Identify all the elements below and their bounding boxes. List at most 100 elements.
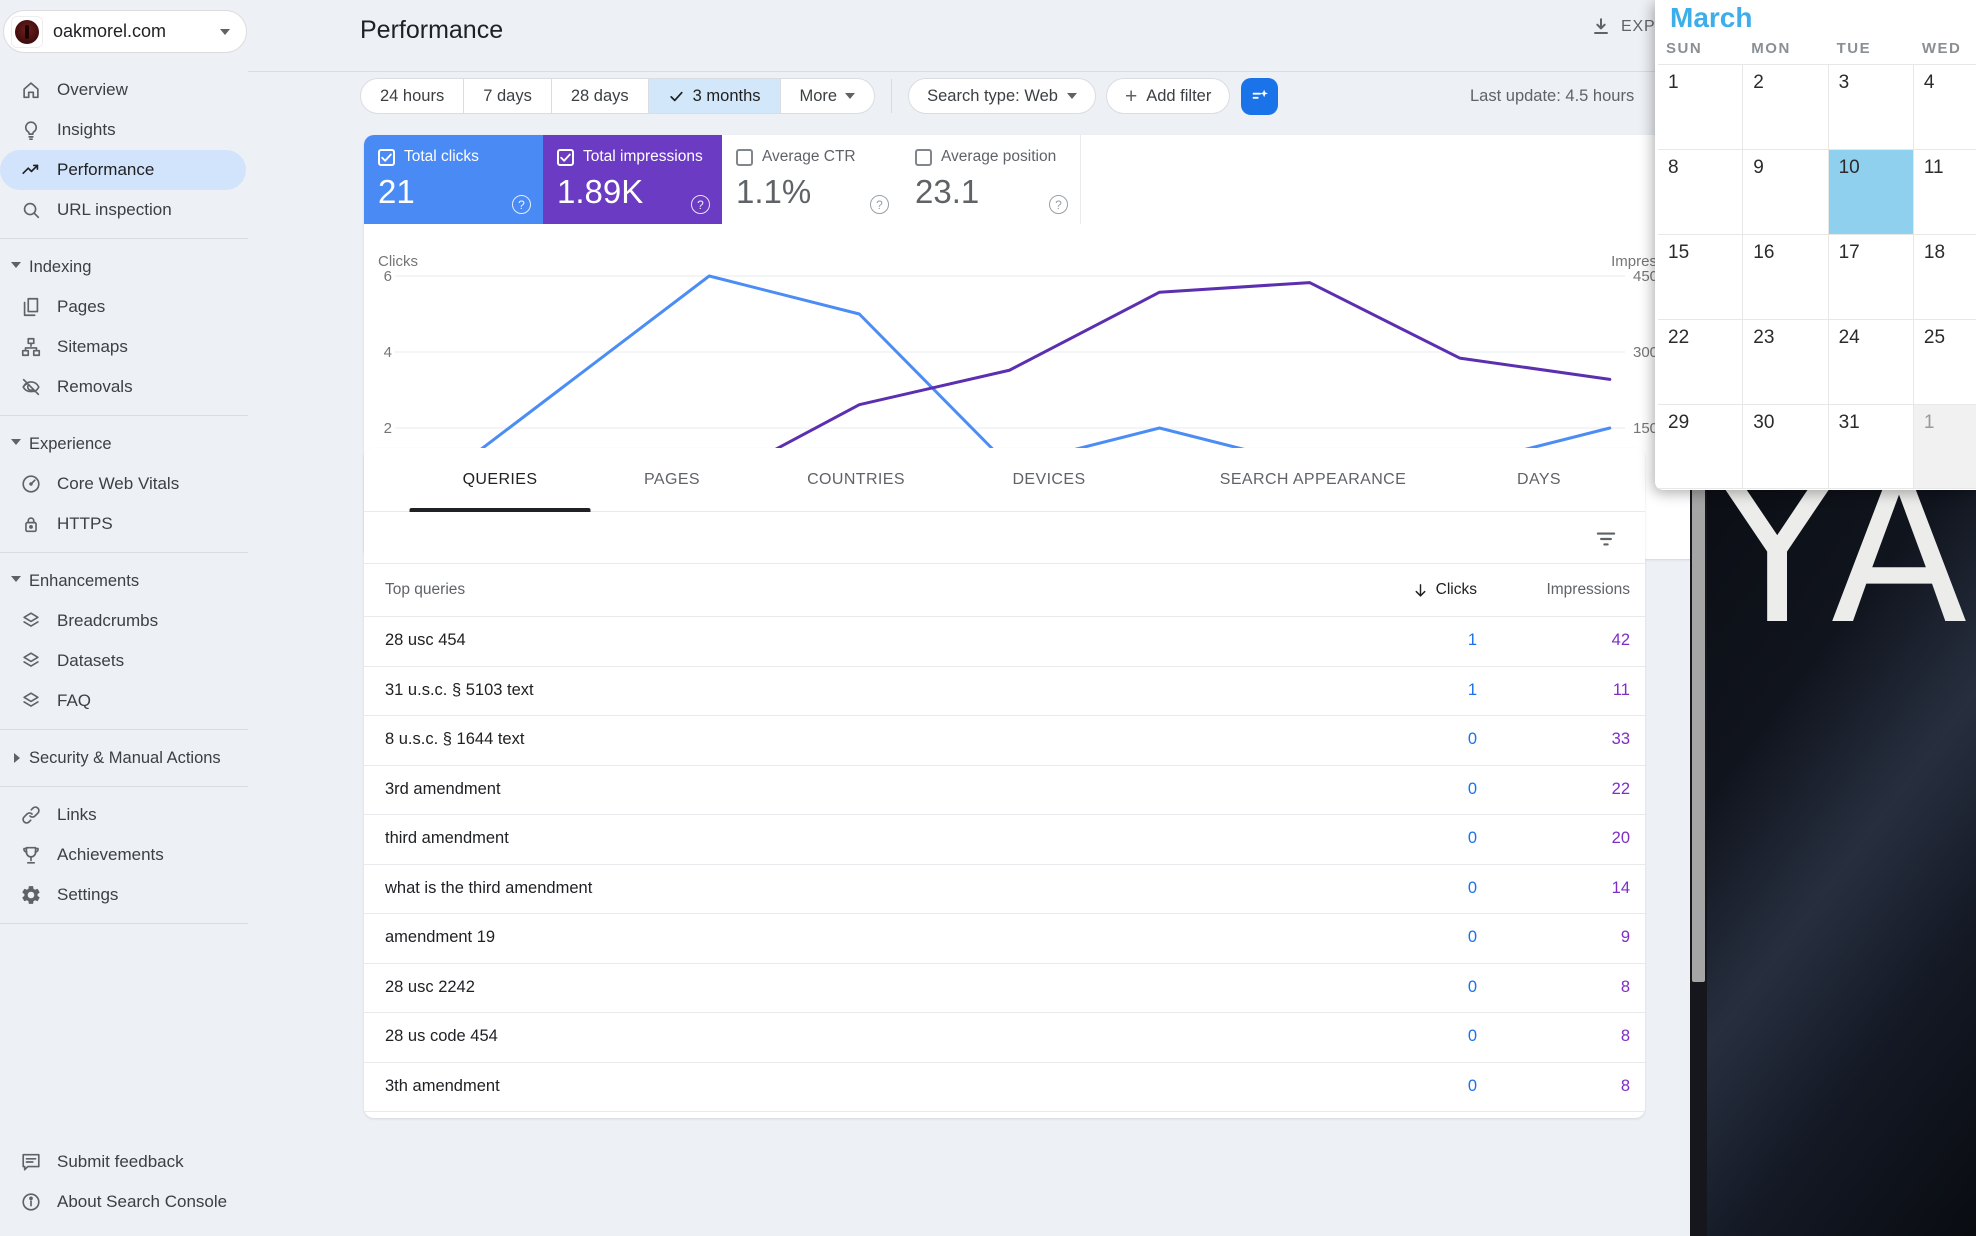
calendar-day-cell[interactable]: 1 <box>1914 404 1976 489</box>
checked-checkbox-icon[interactable] <box>378 149 395 166</box>
scrollbar[interactable] <box>1690 482 1707 1236</box>
sidebar-item-core-web-vitals[interactable]: Core Web Vitals <box>0 464 248 504</box>
sidebar-section-label: Enhancements <box>29 572 139 591</box>
tab-countries[interactable]: COUNTRIES <box>807 448 905 512</box>
more-button[interactable]: More <box>781 79 875 113</box>
sidebar-item-removals[interactable]: Removals <box>0 367 248 407</box>
metric-tile-average-ctr[interactable]: Average CTR1.1%? <box>722 135 901 224</box>
range-button-3-months[interactable]: 3 months <box>649 79 781 113</box>
calendar-day-cell[interactable]: 11 <box>1914 149 1976 234</box>
table-row[interactable]: 3th amendment08 <box>364 1063 1645 1113</box>
tab-pages[interactable]: PAGES <box>644 448 700 512</box>
range-button-28-days[interactable]: 28 days <box>552 79 649 113</box>
table-row[interactable]: 3rd amendment022 <box>364 766 1645 816</box>
unchecked-checkbox-icon[interactable] <box>736 149 753 166</box>
table-row[interactable]: 28 us code 45408 <box>364 1013 1645 1063</box>
sidebar-section-label: Indexing <box>29 258 91 277</box>
table-row[interactable]: amendment 1909 <box>364 914 1645 964</box>
help-icon[interactable]: ? <box>512 195 531 214</box>
calendar-day-cell[interactable]: 16 <box>1743 234 1828 319</box>
check-icon <box>668 88 685 105</box>
column-header-impressions[interactable]: Impressions <box>1546 581 1630 599</box>
unchecked-checkbox-icon[interactable] <box>915 149 932 166</box>
sidebar-item-overview[interactable]: Overview <box>0 70 248 110</box>
sidebar-item-breadcrumbs[interactable]: Breadcrumbs <box>0 601 248 641</box>
calendar-day-cell[interactable]: 8 <box>1658 149 1743 234</box>
add-filter-label: Add filter <box>1146 87 1211 106</box>
table-row[interactable]: 28 usc 224208 <box>364 964 1645 1014</box>
sidebar-item-pages[interactable]: Pages <box>0 287 248 327</box>
calendar-day-cell[interactable]: 15 <box>1658 234 1743 319</box>
calendar-day-cell[interactable]: 17 <box>1829 234 1914 319</box>
sidebar-divider <box>0 552 248 553</box>
impressions-cell: 33 <box>1612 730 1630 749</box>
ai-filter-button[interactable] <box>1241 78 1278 115</box>
chevron-down-icon <box>845 93 855 104</box>
sidebar-item-performance[interactable]: Performance <box>0 150 246 190</box>
tab-queries[interactable]: QUERIES <box>463 448 538 512</box>
column-header-clicks[interactable]: Clicks <box>1412 581 1477 599</box>
calendar-day-cell[interactable]: 9 <box>1743 149 1828 234</box>
sidebar-item-submit-feedback[interactable]: Submit feedback <box>0 1142 248 1182</box>
query-cell: third amendment <box>385 829 509 848</box>
sidebar-section-indexing[interactable]: Indexing <box>0 247 248 287</box>
tab-devices[interactable]: DEVICES <box>1012 448 1085 512</box>
sidebar-item-insights[interactable]: Insights <box>0 110 248 150</box>
calendar-day-cell[interactable]: 30 <box>1743 404 1828 489</box>
search-type-button[interactable]: Search type: Web <box>908 78 1096 114</box>
property-selector[interactable]: oakmorel.com <box>3 10 247 53</box>
metric-tile-total-clicks[interactable]: Total clicks21? <box>364 135 543 224</box>
checked-checkbox-icon[interactable] <box>557 149 574 166</box>
range-label: 7 days <box>483 87 532 106</box>
sidebar-item-about-search-console[interactable]: About Search Console <box>0 1182 248 1222</box>
metric-tile-total-impressions[interactable]: Total impressions1.89K? <box>543 135 722 224</box>
table-row[interactable]: 8 u.s.c. § 1644 text033 <box>364 716 1645 766</box>
help-icon[interactable]: ? <box>691 195 710 214</box>
table-row[interactable]: 31 u.s.c. § 5103 text111 <box>364 667 1645 717</box>
help-icon[interactable]: ? <box>1049 195 1068 214</box>
calendar-day-cell[interactable]: 22 <box>1658 319 1743 404</box>
calendar-day-cell[interactable]: 25 <box>1914 319 1976 404</box>
calendar-day-cell[interactable]: 31 <box>1829 404 1914 489</box>
sidebar-section-security-manual-actions[interactable]: Security & Manual Actions <box>0 738 248 778</box>
sidebar-item-sitemaps[interactable]: Sitemaps <box>0 327 248 367</box>
calendar-day-cell[interactable]: 1 <box>1658 64 1743 149</box>
calendar-day-cell[interactable]: 29 <box>1658 404 1743 489</box>
table-row[interactable]: what is the third amendment014 <box>364 865 1645 915</box>
sidebar-item-datasets[interactable]: Datasets <box>0 641 248 681</box>
sidebar-section-enhancements[interactable]: Enhancements <box>0 561 248 601</box>
calendar-grid: SUNMONTUEWED 123489101115161718222324252… <box>1658 40 1976 489</box>
sidebar-item-achievements[interactable]: Achievements <box>0 835 248 875</box>
calendar-day-cell[interactable]: 18 <box>1914 234 1976 319</box>
tab-days[interactable]: DAYS <box>1517 448 1561 512</box>
table-row[interactable]: third amendment020 <box>364 815 1645 865</box>
range-button-7-days[interactable]: 7 days <box>464 79 552 113</box>
sidebar-item-faq[interactable]: FAQ <box>0 681 248 721</box>
calendar-day-header: MON <box>1743 40 1828 64</box>
sidebar-section-experience[interactable]: Experience <box>0 424 248 464</box>
sidebar-item-url-inspection[interactable]: URL inspection <box>0 190 248 230</box>
table-row[interactable]: 28 usc 454142 <box>364 617 1645 667</box>
calendar-day-cell[interactable]: 24 <box>1829 319 1914 404</box>
sidebar-section-label: Security & Manual Actions <box>29 749 221 768</box>
metric-tile-average-position[interactable]: Average position23.1? <box>901 135 1080 224</box>
help-icon[interactable]: ? <box>870 195 889 214</box>
calendar-day-cell[interactable]: 2 <box>1743 64 1828 149</box>
tab-search-appearance[interactable]: SEARCH APPEARANCE <box>1220 448 1406 512</box>
sidebar-divider <box>0 923 248 924</box>
rich-result-icon <box>20 609 44 633</box>
sidebar-item-settings[interactable]: Settings <box>0 875 248 915</box>
calendar-day-cell-selected[interactable]: 10 <box>1829 149 1914 234</box>
sidebar-item-https[interactable]: HTTPS <box>0 504 248 544</box>
calendar-day-cell[interactable]: 4 <box>1914 64 1976 149</box>
calendar-day-cell[interactable]: 23 <box>1743 319 1828 404</box>
range-button-24-hours[interactable]: 24 hours <box>361 79 464 113</box>
calendar-day-cell[interactable]: 3 <box>1829 64 1914 149</box>
sidebar-item-links[interactable]: Links <box>0 795 248 835</box>
clicks-cell: 0 <box>1468 978 1477 997</box>
scrollbar-thumb[interactable] <box>1692 484 1705 982</box>
add-filter-button[interactable]: + Add filter <box>1106 78 1230 114</box>
sidebar-item-label: HTTPS <box>57 514 113 534</box>
metric-value: 21 <box>378 173 529 211</box>
filter-list-icon[interactable] <box>1593 526 1619 552</box>
